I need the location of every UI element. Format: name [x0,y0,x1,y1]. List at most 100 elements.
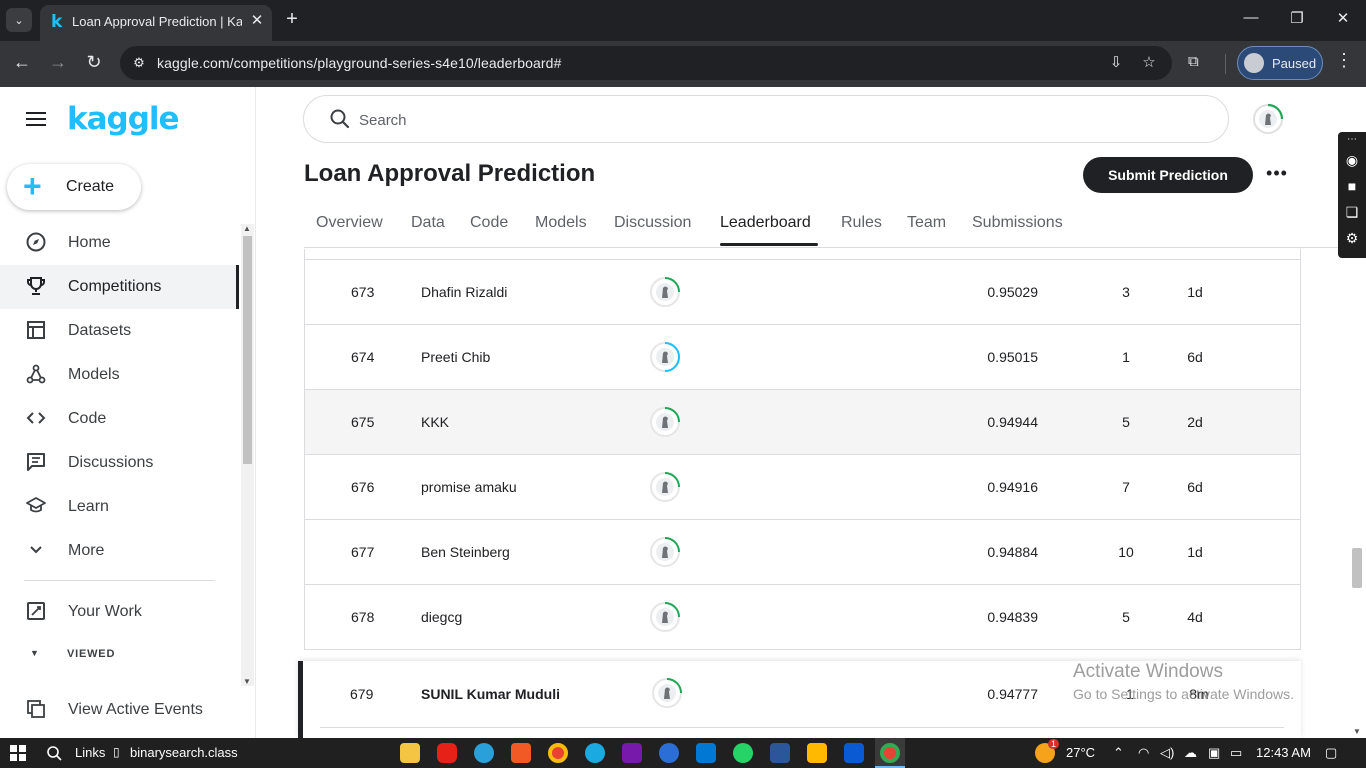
install-app-icon[interactable]: ⇩ [1105,53,1127,71]
sidebar-item-competitions[interactable]: Competitions [0,265,238,309]
tab-models[interactable]: Models [535,214,587,232]
team-name-cell[interactable]: KKK [421,414,449,430]
notifications-icon[interactable]: ▢ [1325,745,1337,761]
table-row[interactable]: 673 Dhafin Rizaldi 0.95029 3 1d [305,259,1300,324]
restore-icon[interactable]: ❐ [1285,9,1309,27]
close-window-icon[interactable]: ✕ [1331,9,1355,27]
volume-icon[interactable]: ◁) [1160,745,1174,761]
vscode-icon[interactable] [696,743,716,763]
view-active-events-button[interactable]: View Active Events [0,688,238,732]
create-button[interactable]: + Create [7,164,141,210]
table-row[interactable]: 678 diegcg 0.94839 5 4d [305,584,1300,649]
sidebar-item-learn[interactable]: Learn [0,485,238,529]
sidebar-item-home[interactable]: Home [0,221,238,265]
active-chrome-taskbar-item[interactable] [875,738,905,768]
remote-app-icon[interactable] [844,743,864,763]
tab-submissions[interactable]: Submissions [972,214,1063,232]
tab-leaderboard[interactable]: Leaderboard [720,214,811,232]
minimize-icon[interactable]: — [1239,9,1263,26]
team-avatar[interactable] [648,405,682,439]
links-toolbar-label[interactable]: Links [75,745,105,760]
team-avatar[interactable] [648,600,682,634]
team-avatar[interactable] [648,275,682,309]
team-name-cell[interactable]: SUNIL Kumar Muduli [421,686,560,702]
clock-time[interactable]: 12:43 AM [1256,745,1311,760]
tab-discussion[interactable]: Discussion [614,214,691,232]
tab-rules[interactable]: Rules [841,214,882,232]
wifi-icon[interactable]: ◠ [1138,745,1149,761]
hamburger-menu-icon[interactable] [26,112,46,130]
chrome-icon[interactable] [548,743,568,763]
team-name-cell[interactable]: promise amaku [421,479,517,495]
onedrive-icon[interactable]: ☁ [1184,745,1197,761]
browser-menu-icon[interactable]: ⋮ [1334,50,1354,71]
onenote-icon[interactable] [622,743,642,763]
user-avatar[interactable] [1252,103,1284,135]
team-avatar[interactable] [648,340,682,374]
settings-gear-icon[interactable]: ⚙ [1343,230,1361,247]
store-icon[interactable] [807,743,827,763]
sidebar-scrollbar[interactable]: ▲ ▼ [241,224,254,686]
chevron-up-icon[interactable]: ⌃ [1113,745,1124,761]
link-icon[interactable]: ⋯ [1343,134,1361,145]
caret-down-icon[interactable]: ▼ [30,648,39,658]
reload-icon[interactable]: ↻ [82,52,106,73]
team-name-cell[interactable]: diegcg [421,609,462,625]
pinned-file-label[interactable]: binarysearch.class [130,745,238,760]
windows-icon[interactable]: ❏ [1343,204,1361,221]
bookmark-star-icon[interactable]: ☆ [1138,53,1160,71]
back-icon[interactable]: ← [10,52,34,73]
tab-search-button[interactable]: ⌄ [6,8,32,32]
video-icon[interactable]: ■ [1343,178,1361,194]
table-row[interactable]: 677 Ben Steinberg 0.94884 10 1d [305,519,1300,584]
battery-icon[interactable]: ▭ [1230,745,1242,761]
camera-icon[interactable]: ◉ [1343,152,1361,169]
edge-icon[interactable] [585,743,605,763]
team-avatar[interactable] [648,535,682,569]
site-settings-icon[interactable]: ⚙ [128,53,150,73]
sidebar-item-more[interactable]: More [0,529,238,573]
sidebar-scroll-thumb[interactable] [243,236,252,464]
new-tab-button[interactable]: + [282,8,302,30]
weather-temperature[interactable]: 27°C [1066,745,1095,760]
team-name-cell[interactable]: Dhafin Rizaldi [421,284,507,300]
address-bar[interactable]: ⚙ kaggle.com/competitions/playground-ser… [120,46,1172,80]
table-row[interactable]: 674 Preeti Chib 0.95015 1 6d [305,324,1300,389]
scroll-down-icon[interactable]: ▼ [243,677,251,686]
kaggle-logo[interactable]: kaggle [67,101,180,137]
whatsapp-icon[interactable] [733,743,753,763]
word-icon[interactable] [770,743,790,763]
windows-start-icon[interactable] [10,745,26,761]
sidebar-item-your-work[interactable]: Your Work [0,590,238,634]
tab-data[interactable]: Data [411,214,445,232]
brave-icon[interactable] [511,743,531,763]
profile-button[interactable]: Paused [1237,46,1323,80]
tab-team[interactable]: Team [907,214,946,232]
file-explorer-icon[interactable] [400,743,420,763]
table-row[interactable]: 676 promise amaku 0.94916 7 6d [305,454,1300,519]
sidebar-item-datasets[interactable]: Datasets [0,309,238,353]
url-text[interactable]: kaggle.com/competitions/playground-serie… [157,55,561,71]
scroll-down-icon[interactable]: ▼ [1353,727,1361,736]
forward-icon[interactable]: → [46,52,70,73]
scroll-up-icon[interactable]: ▲ [243,224,251,233]
sidebar-item-code[interactable]: Code [0,397,238,441]
table-row[interactable]: 675 KKK 0.94944 5 2d [305,389,1300,454]
close-tab-icon[interactable]: ✕ [248,11,266,29]
sidebar-item-discussions[interactable]: Discussions [0,441,238,485]
youtube-icon[interactable] [437,743,457,763]
extensions-icon[interactable]: ⧉ [1188,53,1199,70]
sidebar-item-models[interactable]: Models [0,353,238,397]
taskbar-search-icon[interactable] [46,745,62,761]
page-scroll-thumb[interactable] [1352,548,1362,588]
team-avatar[interactable] [650,676,684,710]
device-icon[interactable]: ▣ [1208,745,1220,761]
team-name-cell[interactable]: Preeti Chib [421,349,490,365]
browser-tab[interactable]: k Loan Approval Prediction | Kaggle ✕ [40,5,272,41]
tab-code[interactable]: Code [470,214,508,232]
submit-prediction-button[interactable]: Submit Prediction [1083,157,1253,193]
search-bar[interactable]: Search [303,95,1229,143]
app-icon[interactable] [659,743,679,763]
team-avatar[interactable] [648,470,682,504]
tab-overview[interactable]: Overview [316,214,383,232]
